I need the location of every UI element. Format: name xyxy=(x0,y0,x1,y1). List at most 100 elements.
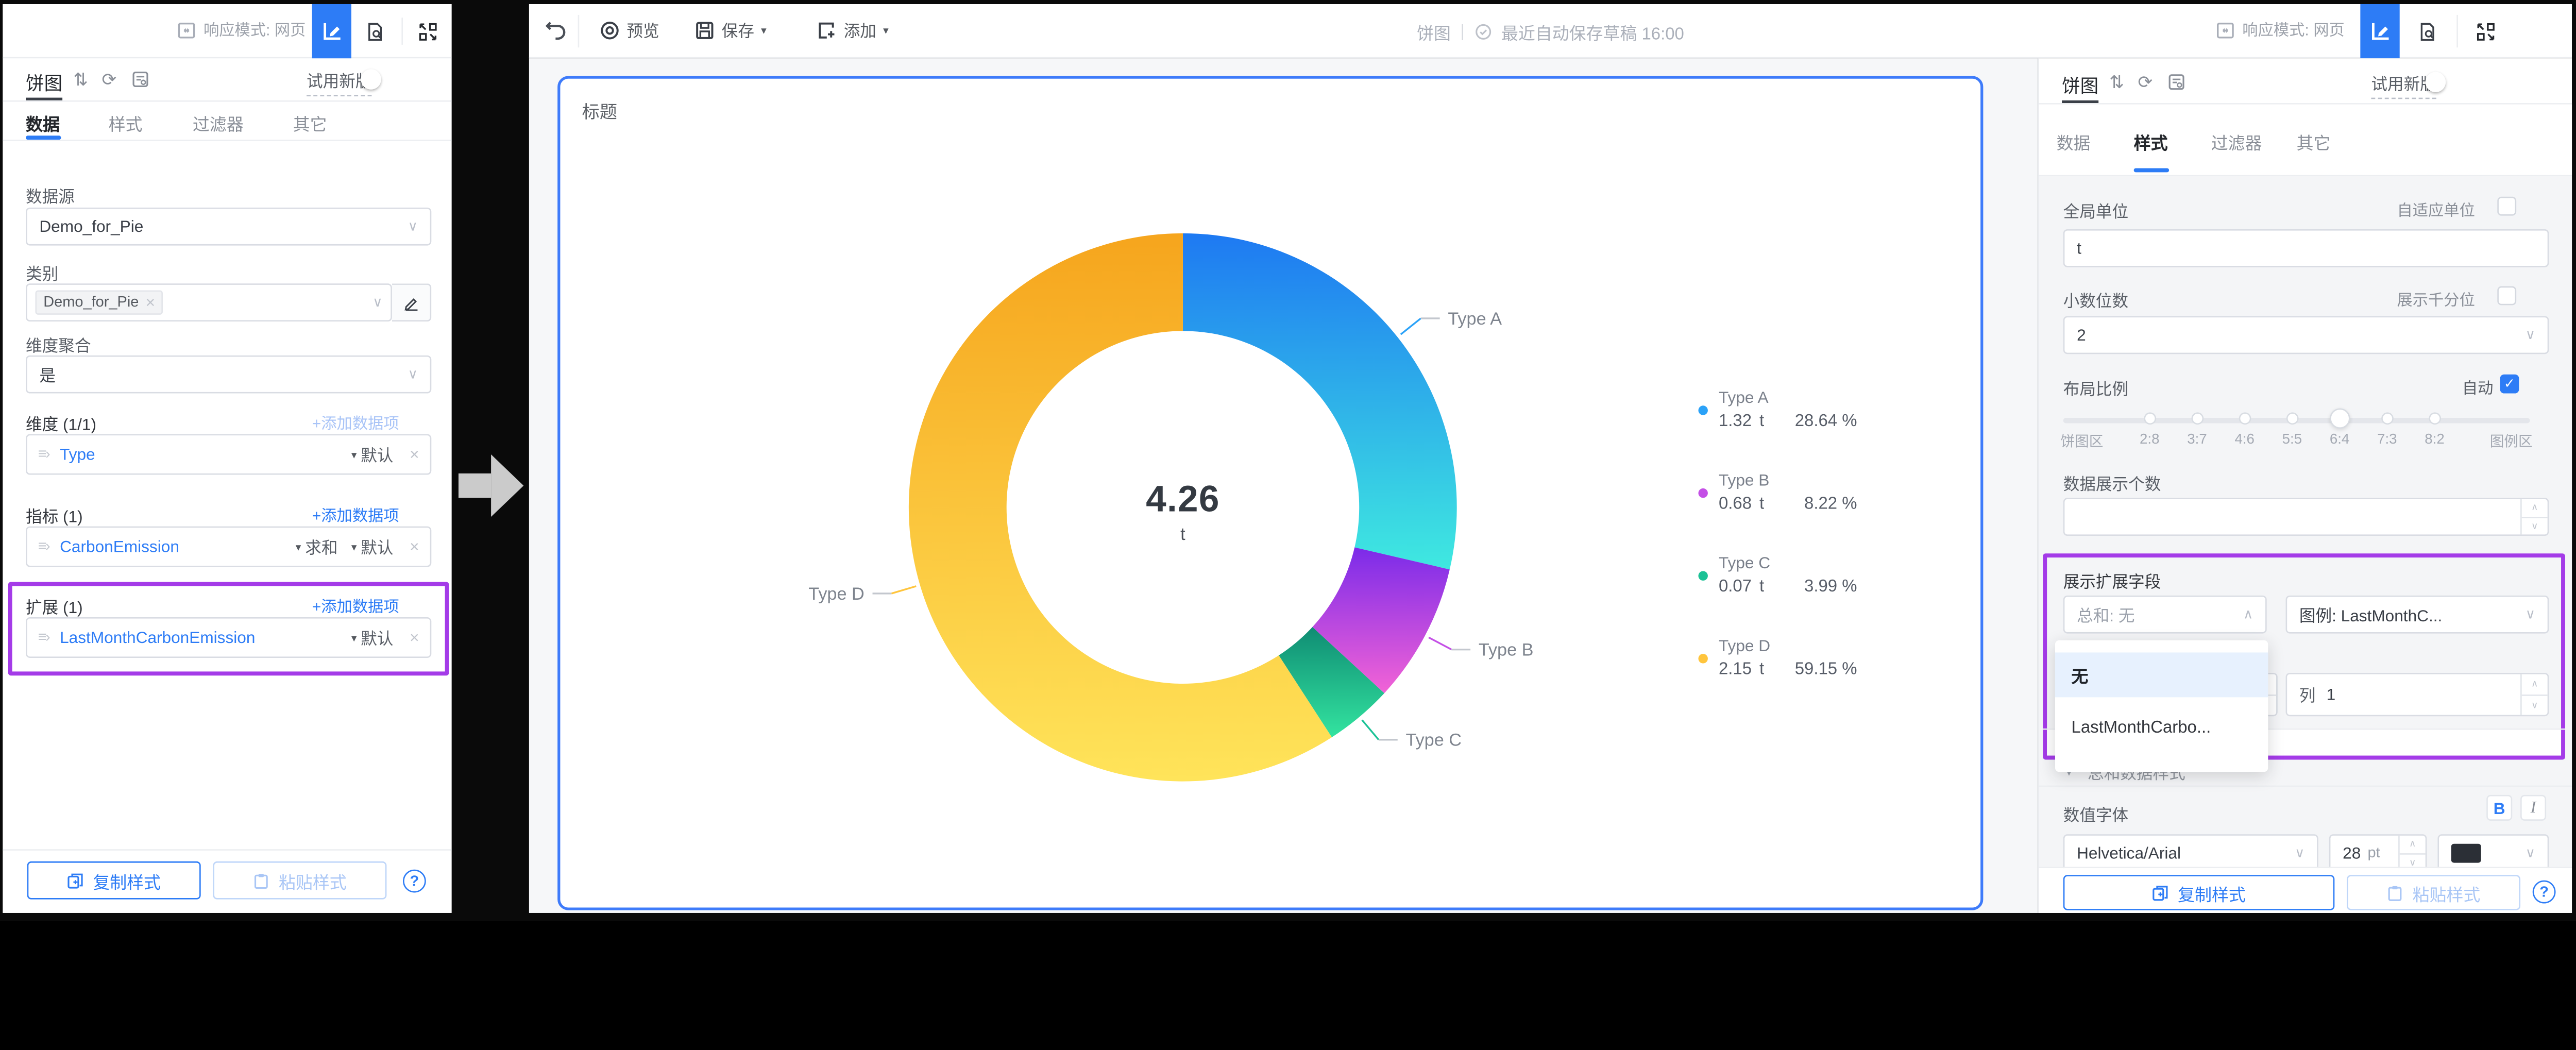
legend-item-type-b[interactable]: Type B0.68t8.22 % xyxy=(1698,471,1857,513)
drag-handle-icon[interactable]: ≡› xyxy=(38,446,49,463)
remove-field-icon[interactable]: × xyxy=(410,537,419,556)
legend-item-type-a[interactable]: Type A1.32t28.64 % xyxy=(1698,388,1857,430)
auto-checkbox[interactable]: ✓ xyxy=(2500,375,2519,394)
copy-style-button[interactable]: 复制样式 xyxy=(2063,875,2335,910)
active-tab-indicator xyxy=(26,136,61,140)
step-up-icon[interactable]: ∧ xyxy=(2400,836,2426,854)
extension-field-row[interactable]: ≡› LastMonthCarbonEmission ▾默认 × xyxy=(26,617,431,658)
slider-tick[interactable] xyxy=(2381,412,2393,425)
sum-field-select[interactable]: 总和: 无 ∧ xyxy=(2063,596,2267,634)
step-up-icon[interactable]: ∧ xyxy=(2522,499,2548,518)
legend-item-type-d[interactable]: Type D2.15t59.15 % xyxy=(1698,636,1857,679)
dropdown-option-none[interactable]: 无 xyxy=(2055,652,2268,697)
undo-icon[interactable] xyxy=(543,16,570,44)
panel-view-icon[interactable] xyxy=(2167,73,2185,91)
field-default-dropdown[interactable]: ▾默认 xyxy=(351,443,394,466)
number-stepper[interactable]: ∧∨ xyxy=(2520,674,2548,715)
remove-field-icon[interactable]: × xyxy=(410,445,419,464)
panel-view-icon[interactable] xyxy=(131,71,149,88)
response-mode-indicator[interactable]: 响应模式: 网页 xyxy=(2215,19,2345,41)
step-up-icon[interactable]: ∧ xyxy=(2522,674,2548,696)
field-default-dropdown[interactable]: ▾默认 xyxy=(351,626,394,649)
tab-other[interactable]: 其它 xyxy=(293,110,327,136)
add-extension-link[interactable]: +添加数据项 xyxy=(312,596,399,617)
label-line-colored xyxy=(1429,637,1451,649)
help-icon[interactable]: ? xyxy=(403,870,426,893)
response-mode-indicator[interactable]: 响应模式: 网页 xyxy=(176,19,306,41)
measure-field-row[interactable]: ≡› CarbonEmission ▾求和 ▾默认 × xyxy=(26,527,431,567)
sort-icon[interactable]: ⇅ xyxy=(2109,72,2124,94)
right-panel-tabs: 数据 样式 过滤器 其它 xyxy=(2039,105,2573,175)
remove-field-icon[interactable]: × xyxy=(410,628,419,647)
drag-handle-icon[interactable]: ≡› xyxy=(38,538,49,555)
chart-edit-mode-button[interactable] xyxy=(2360,4,2399,58)
unit-input[interactable] xyxy=(2063,229,2549,267)
category-select[interactable]: Demo_for_Pie× ∨ xyxy=(26,283,392,321)
dim-agg-select[interactable]: 是 ∨ xyxy=(26,355,431,394)
refresh-icon[interactable]: ⟳ xyxy=(2138,72,2153,94)
chart-edit-mode-button[interactable] xyxy=(312,4,351,58)
add-dimension-link[interactable]: +添加数据项 xyxy=(312,412,399,434)
thousands-checkbox[interactable] xyxy=(2497,286,2516,306)
add-measure-link[interactable]: +添加数据项 xyxy=(312,504,399,526)
paste-style-button[interactable]: 粘贴样式 xyxy=(213,861,386,900)
slider-tick[interactable] xyxy=(2191,412,2204,425)
adaptive-unit-label: 自适应单位 xyxy=(2397,199,2475,221)
category-edit-button[interactable] xyxy=(392,283,431,321)
fullscreen-button[interactable] xyxy=(2469,15,2501,47)
add-button[interactable]: 添加 ▾ xyxy=(817,19,889,42)
datasource-select[interactable]: Demo_for_Pie ∨ xyxy=(26,208,431,246)
sum-field-dropdown-menu: 无 LastMonthCarbo... xyxy=(2055,640,2268,772)
slider-tick[interactable] xyxy=(2429,412,2441,425)
doc-preview-button[interactable] xyxy=(2411,15,2443,47)
doc-preview-button[interactable] xyxy=(358,15,391,47)
copy-style-button[interactable]: 复制样式 xyxy=(27,861,201,900)
adaptive-unit-checkbox[interactable] xyxy=(2497,197,2516,216)
legend-field-select[interactable]: 图例: LastMonthC... ∨ xyxy=(2286,596,2549,634)
preview-button[interactable]: 预览 xyxy=(600,19,659,42)
legend-texts: Type A1.32t28.64 % xyxy=(1719,388,1857,430)
remove-tag-icon[interactable]: × xyxy=(146,293,155,312)
number-stepper[interactable]: ∧∨ xyxy=(2398,836,2426,871)
slider-tick[interactable] xyxy=(2239,412,2251,425)
step-down-icon[interactable]: ∨ xyxy=(2522,695,2548,715)
help-icon[interactable]: ? xyxy=(2533,880,2556,904)
chart-edit-icon xyxy=(321,20,343,42)
fullscreen-button[interactable] xyxy=(411,15,444,47)
tab-data[interactable]: 数据 xyxy=(26,110,60,136)
chevron-down-icon: ∨ xyxy=(408,219,418,234)
data-count-input[interactable]: ∧∨ xyxy=(2063,498,2549,536)
number-stepper[interactable]: ∧∨ xyxy=(2520,499,2548,534)
layout-ratio-label: 布局比例 xyxy=(2063,377,2128,400)
sort-icon[interactable]: ⇅ xyxy=(73,69,88,91)
dropdown-option-lastmonth[interactable]: LastMonthCarbo... xyxy=(2055,704,2268,749)
save-button[interactable]: 保存 ▾ xyxy=(694,19,767,42)
legend-item-type-c[interactable]: Type C0.07t3.99 % xyxy=(1698,553,1857,596)
field-default-dropdown[interactable]: ▾默认 xyxy=(351,535,394,558)
italic-button[interactable]: I xyxy=(2520,795,2546,821)
tab-style[interactable]: 样式 xyxy=(2134,129,2168,155)
column-count-input[interactable]: 列 1 ∧∨ xyxy=(2286,673,2549,716)
tab-filter[interactable]: 过滤器 xyxy=(2211,129,2262,155)
slider-handle[interactable] xyxy=(2329,409,2349,429)
slider-tick[interactable] xyxy=(2143,412,2156,425)
tab-other[interactable]: 其它 xyxy=(2297,129,2331,155)
pie-chart-widget[interactable]: 标题 Type AType BType CType D 4.26 t Type … xyxy=(557,76,1983,910)
color-swatch xyxy=(2451,844,2481,863)
transition-arrow-icon xyxy=(459,473,491,498)
bold-button[interactable]: B xyxy=(2486,795,2512,821)
aggregation-dropdown[interactable]: ▾求和 xyxy=(296,535,338,558)
step-down-icon[interactable]: ∨ xyxy=(2522,517,2548,534)
tab-filter[interactable]: 过滤器 xyxy=(193,110,244,136)
slider-tick[interactable] xyxy=(2286,412,2298,425)
category-tag[interactable]: Demo_for_Pie× xyxy=(35,290,163,314)
decimal-select[interactable]: 2 ∨ xyxy=(2063,316,2549,354)
tab-data[interactable]: 数据 xyxy=(2057,129,2091,155)
refresh-icon[interactable]: ⟳ xyxy=(101,69,116,91)
legend-texts: Type D2.15t59.15 % xyxy=(1719,636,1857,679)
layout-ratio-slider[interactable]: 2:83:74:65:56:47:38:2 饼图区 图例区 xyxy=(2063,418,2530,459)
drag-handle-icon[interactable]: ≡› xyxy=(38,630,49,646)
paste-style-button[interactable]: 粘贴样式 xyxy=(2347,875,2520,910)
dimension-field-row[interactable]: ≡› Type ▾默认 × xyxy=(26,434,431,475)
tab-style[interactable]: 样式 xyxy=(109,110,143,136)
